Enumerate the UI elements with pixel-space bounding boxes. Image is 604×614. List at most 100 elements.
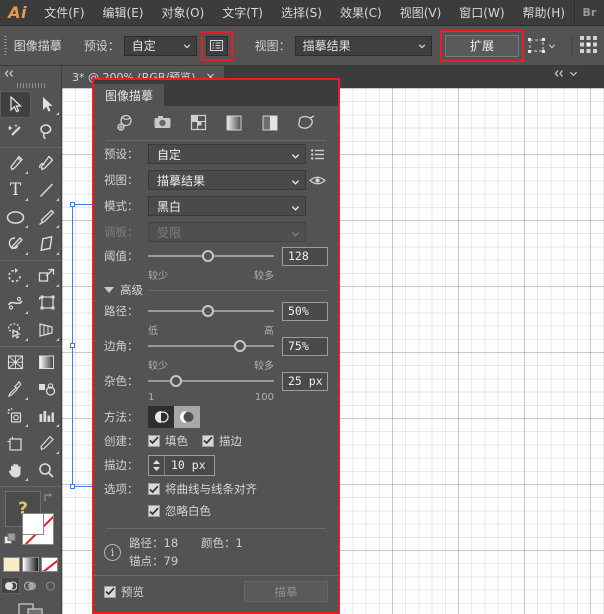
- menu-type[interactable]: 文字(T): [213, 0, 272, 26]
- stepper-arrows-icon[interactable]: [149, 455, 165, 475]
- paths-value[interactable]: 50%: [282, 301, 328, 321]
- draw-normal-icon[interactable]: [1, 577, 20, 594]
- view-dropdown[interactable]: 描摹结果: [294, 35, 432, 56]
- low-color-icon[interactable]: [188, 114, 208, 132]
- advanced-section-header[interactable]: 高级: [94, 280, 338, 300]
- preset-dropdown[interactable]: 自定: [123, 35, 197, 56]
- noise-knob[interactable]: [169, 375, 182, 387]
- tool-mesh[interactable]: [0, 349, 31, 376]
- panel-menu-icon[interactable]: [306, 148, 328, 160]
- noise-value[interactable]: 25 px: [282, 371, 328, 391]
- draw-behind-icon[interactable]: [21, 577, 40, 594]
- tool-eraser[interactable]: [31, 231, 62, 258]
- chevron-down-icon[interactable]: [569, 69, 578, 78]
- tab-image-trace[interactable]: 图像描摹: [94, 84, 165, 106]
- auto-color-icon[interactable]: [116, 114, 136, 132]
- tool-selection[interactable]: [0, 91, 31, 118]
- handle-middle-left[interactable]: [70, 342, 75, 348]
- none-swatch[interactable]: [41, 557, 58, 572]
- snap-curves-checkbox[interactable]: [148, 483, 160, 495]
- menu-select[interactable]: 选择(S): [272, 0, 331, 26]
- stroke-width-value[interactable]: 10 px: [165, 458, 214, 472]
- tool-width[interactable]: [0, 290, 31, 317]
- stroke-checkbox[interactable]: [202, 434, 214, 447]
- tool-shaper[interactable]: [0, 231, 31, 258]
- tools-panel-grip[interactable]: [0, 80, 61, 91]
- preview-group[interactable]: 预览: [104, 584, 144, 600]
- high-color-icon[interactable]: [152, 114, 172, 132]
- tool-rotate[interactable]: [0, 263, 31, 290]
- tool-zoom[interactable]: [31, 457, 62, 484]
- tool-paintbrush[interactable]: [31, 204, 62, 231]
- trace-options-icon[interactable]: [205, 35, 228, 56]
- trace-button[interactable]: 描摹: [244, 581, 328, 602]
- fill-checkbox[interactable]: [148, 434, 160, 447]
- threshold-value[interactable]: 128: [282, 246, 328, 266]
- paths-slider[interactable]: [148, 301, 274, 321]
- tool-eyedropper[interactable]: [0, 376, 31, 403]
- tool-scale[interactable]: [31, 263, 62, 290]
- corners-value[interactable]: 75%: [282, 336, 328, 356]
- expand-button[interactable]: 扩展: [445, 34, 519, 57]
- tool-symbol-sprayer[interactable]: [0, 403, 31, 430]
- bridge-icon[interactable]: Br: [573, 0, 604, 26]
- tool-column-graph[interactable]: [31, 403, 62, 430]
- abutting-method-icon[interactable]: [148, 406, 174, 428]
- tool-lasso[interactable]: [31, 118, 62, 145]
- threshold-slider[interactable]: [148, 246, 274, 266]
- fill-color-swatch[interactable]: [3, 557, 20, 572]
- threshold-knob[interactable]: [202, 250, 215, 262]
- eye-icon[interactable]: [306, 175, 328, 186]
- view-dropdown[interactable]: 描摹结果: [148, 170, 306, 190]
- tool-slice[interactable]: [31, 430, 62, 457]
- stroke-width-stepper[interactable]: 10 px: [148, 454, 215, 476]
- overlapping-method-icon[interactable]: [174, 406, 200, 428]
- corners-slider[interactable]: [148, 336, 274, 356]
- grayscale-icon[interactable]: [224, 114, 244, 132]
- control-bar-grip[interactable]: [0, 26, 12, 66]
- default-fill-stroke-icon[interactable]: [4, 533, 17, 546]
- corners-knob[interactable]: [233, 340, 246, 352]
- preset-dropdown[interactable]: 自定: [148, 144, 306, 164]
- tool-blend[interactable]: [31, 376, 62, 403]
- menu-edit[interactable]: 编辑(E): [94, 0, 153, 26]
- menu-file[interactable]: 文件(F): [35, 0, 93, 26]
- tool-curvature[interactable]: [31, 150, 62, 177]
- tools-collapse-button[interactable]: [0, 66, 61, 80]
- tool-ellipse[interactable]: [0, 204, 31, 231]
- ignore-white-checkbox[interactable]: [148, 505, 160, 517]
- screen-mode-button[interactable]: [0, 597, 61, 614]
- tool-artboard[interactable]: [0, 430, 31, 457]
- tool-pen[interactable]: [0, 150, 31, 177]
- tool-free-transform[interactable]: [31, 290, 62, 317]
- tool-gradient[interactable]: [31, 349, 62, 376]
- tool-hand[interactable]: [0, 457, 31, 484]
- black-white-icon[interactable]: [260, 114, 280, 132]
- tool-shape-builder[interactable]: [0, 317, 31, 344]
- menu-window[interactable]: 窗口(W): [450, 0, 513, 26]
- tool-type[interactable]: T: [0, 177, 31, 204]
- paths-knob[interactable]: [202, 305, 215, 317]
- mode-dropdown[interactable]: 黑白: [148, 196, 306, 216]
- preview-checkbox[interactable]: [104, 585, 116, 598]
- collapse-arrows-icon[interactable]: [554, 69, 565, 78]
- draw-inside-icon[interactable]: [41, 577, 60, 594]
- swap-fill-stroke-icon[interactable]: [43, 492, 55, 504]
- triangle-down-icon: [104, 287, 114, 293]
- handle-top-left[interactable]: [70, 202, 75, 207]
- tool-magic-wand[interactable]: [0, 118, 31, 145]
- gradient-swatch[interactable]: [22, 557, 39, 572]
- menu-effect[interactable]: 效果(C): [331, 0, 391, 26]
- menu-view[interactable]: 视图(V): [391, 0, 451, 26]
- noise-slider[interactable]: [148, 371, 274, 391]
- artboard-select-icon[interactable]: [528, 38, 556, 53]
- outline-icon[interactable]: [296, 114, 316, 132]
- fill-color-box[interactable]: [22, 513, 44, 535]
- tool-line-segment[interactable]: [31, 177, 62, 204]
- tool-direct-selection[interactable]: [31, 91, 62, 118]
- menu-help[interactable]: 帮助(H): [514, 0, 574, 26]
- handle-bottom-left[interactable]: [70, 484, 75, 489]
- menu-object[interactable]: 对象(O): [152, 0, 213, 26]
- tool-perspective-grid[interactable]: [31, 317, 62, 344]
- arrange-documents-icon[interactable]: [579, 35, 598, 57]
